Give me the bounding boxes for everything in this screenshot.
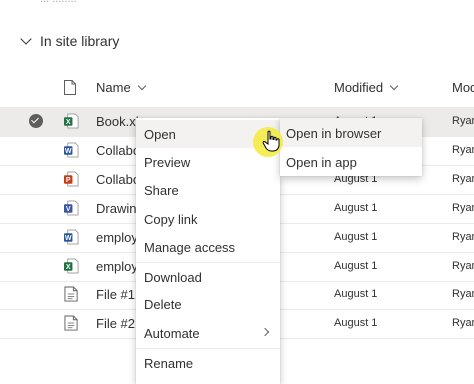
menu-item-label: Automate <box>144 326 200 341</box>
open-submenu: Open in browser Open in app <box>280 118 422 176</box>
file-modified: August 1 <box>334 288 378 301</box>
file-modified-by: Ryan <box>452 288 474 301</box>
submenu-item-open-in-browser[interactable]: Open in browser <box>280 118 422 147</box>
menu-item-manage-access[interactable]: Manage access <box>136 233 280 261</box>
menu-item-label: Rename <box>144 356 194 371</box>
column-header-name-label: Name <box>96 80 131 95</box>
column-header-name[interactable]: Name <box>96 80 146 95</box>
svg-text:W: W <box>65 235 72 242</box>
powerpoint-file-icon: P <box>64 171 79 187</box>
menu-item-download[interactable]: Download <box>136 262 280 291</box>
svg-text:P: P <box>66 177 71 184</box>
submenu-item-label: Open in browser <box>286 126 382 141</box>
chevron-down-icon <box>20 33 32 45</box>
menu-item-copy-link[interactable]: Copy link <box>136 205 280 233</box>
svg-text:V: V <box>66 206 71 213</box>
menu-item-label: Open <box>144 127 176 142</box>
menu-item-label: Share <box>144 183 179 198</box>
menu-item-automate[interactable]: Automate <box>136 319 280 347</box>
menu-item-share[interactable]: Share <box>136 176 280 204</box>
file-modified: August 1 <box>334 259 378 272</box>
file-modified-by: Ryan <box>452 172 474 185</box>
text-file-icon <box>64 315 78 331</box>
context-menu: Open Preview Share Copy link Manage access Do… <box>136 118 280 384</box>
sort-chevron-icon <box>389 81 399 91</box>
file-modified-by: Ryan <box>452 201 474 214</box>
section-in-site-library[interactable]: In site library <box>20 30 120 52</box>
menu-item-label: Manage access <box>144 240 236 255</box>
visio-file-icon: V <box>64 200 79 216</box>
file-modified-by: Ryan <box>452 230 474 243</box>
sort-chevron-icon <box>137 81 146 91</box>
file-modified-by: Ryan <box>452 259 474 272</box>
file-modified: August 1 <box>334 201 378 214</box>
svg-text:X: X <box>66 119 71 126</box>
column-header-modified[interactable]: Modified <box>334 80 399 95</box>
excel-file-icon: X <box>64 258 79 273</box>
file-modified: August 1 <box>334 317 378 330</box>
top-fragment-text: ... ........ <box>40 0 77 5</box>
menu-item-delete[interactable]: Delete <box>136 290 280 318</box>
svg-text:X: X <box>66 264 71 271</box>
section-label: In site library <box>40 33 120 49</box>
chevron-right-icon <box>260 327 270 337</box>
menu-item-label: Preview <box>144 155 191 170</box>
file-type-header-icon[interactable] <box>64 80 76 95</box>
menu-item-label: Download <box>144 270 202 285</box>
excel-file-icon: X <box>64 113 79 129</box>
menu-item-label: Delete <box>144 297 182 312</box>
file-modified-by: Ryan <box>452 143 474 156</box>
menu-item-rename[interactable]: Rename <box>136 348 280 377</box>
column-header-modified-by[interactable]: Mod <box>452 80 474 95</box>
submenu-item-label: Open in app <box>286 155 357 170</box>
text-file-icon <box>64 286 78 302</box>
hand-cursor-icon <box>262 130 280 152</box>
menu-item-label: Copy link <box>144 212 198 227</box>
submenu-item-open-in-app[interactable]: Open in app <box>280 147 422 176</box>
file-modified: August 1 <box>334 230 378 243</box>
row-checkmark-icon[interactable] <box>29 114 43 128</box>
column-header-modified-label: Modified <box>334 80 384 95</box>
file-modified-by: Ryan <box>452 115 474 127</box>
word-file-icon: W <box>64 229 79 244</box>
column-header-modified-by-label: Mod <box>452 80 474 95</box>
file-modified-by: Ryan <box>452 317 474 330</box>
svg-text:W: W <box>65 148 72 155</box>
word-file-icon: W <box>64 142 79 158</box>
